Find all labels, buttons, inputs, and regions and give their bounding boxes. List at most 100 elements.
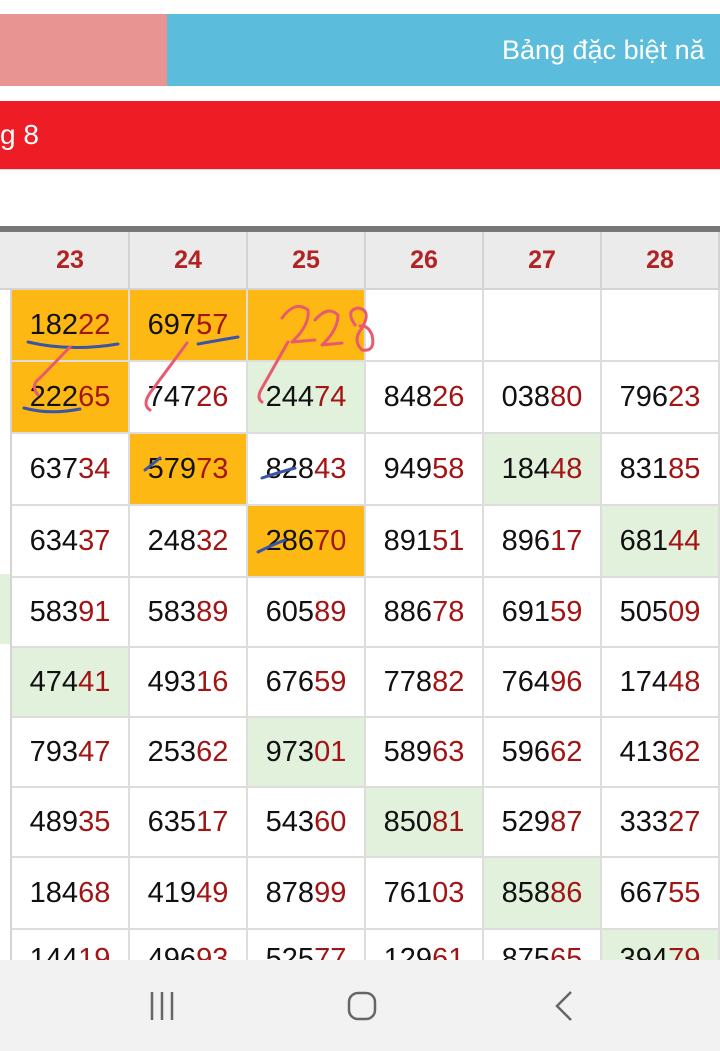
result-tail: 77	[314, 943, 347, 960]
result-cell[interactable]: 69159	[484, 578, 602, 648]
result-cell[interactable]: 77882	[366, 648, 484, 718]
result-head: 184	[29, 877, 79, 909]
recent-apps-icon[interactable]	[142, 986, 182, 1026]
result-cell[interactable]: 25362	[130, 718, 248, 788]
result-cell[interactable]: 69757	[130, 290, 248, 362]
result-cell[interactable]: 88678	[366, 578, 484, 648]
day-column: 27 03880 18448 89617 69159 76496 59662 52987 858…	[484, 232, 602, 960]
result-cell[interactable]: 85886	[484, 858, 602, 930]
table-left-edge	[0, 232, 12, 960]
result-tail: 48	[550, 453, 583, 485]
result-cell[interactable]: 22265	[12, 362, 130, 434]
result-cell[interactable]: 59662	[484, 718, 602, 788]
result-head: 764	[501, 666, 551, 698]
result-head: 973	[265, 736, 315, 768]
result-cell[interactable]: 94958	[366, 434, 484, 506]
result-cell[interactable]: 41949	[130, 858, 248, 930]
result-cell[interactable]: 18468	[12, 858, 130, 930]
result-cell[interactable]: 28670	[248, 506, 366, 578]
result-cell[interactable]: 50509	[602, 578, 720, 648]
back-icon[interactable]	[545, 986, 585, 1026]
result-cell[interactable]: 85081	[366, 788, 484, 858]
result-cell[interactable]: 24832	[130, 506, 248, 578]
result-head: 697	[147, 309, 197, 341]
result-cell[interactable]: 97301	[248, 718, 366, 788]
tab-special-table-label: Bảng đặc biệt nă	[502, 35, 705, 65]
result-cell[interactable]: 76103	[366, 858, 484, 930]
result-cell[interactable]: 74726	[130, 362, 248, 434]
result-tail: 62	[196, 736, 229, 768]
tab-special-table[interactable]: Bảng đặc biệt nă	[167, 14, 720, 86]
result-cell[interactable]	[366, 290, 484, 362]
result-head: 896	[501, 525, 551, 557]
result-head: 605	[265, 596, 315, 628]
result-cell[interactable]: 68144	[602, 506, 720, 578]
result-cell[interactable]: 57973	[130, 434, 248, 506]
result-cell[interactable]: 58963	[366, 718, 484, 788]
result-cell[interactable]: 83185	[602, 434, 720, 506]
result-tail: 49	[196, 877, 229, 909]
result-cell[interactable]: 33327	[602, 788, 720, 858]
result-cell[interactable]: 47441	[12, 648, 130, 718]
day-header[interactable]: 26	[366, 232, 484, 290]
result-tail: 59	[550, 596, 583, 628]
result-cell[interactable]: 41362	[602, 718, 720, 788]
result-cell[interactable]: 49693	[130, 930, 248, 960]
result-head: 831	[619, 453, 669, 485]
day-header[interactable]: 23	[12, 232, 130, 290]
result-cell[interactable]: 58391	[12, 578, 130, 648]
result-cell[interactable]: 63734	[12, 434, 130, 506]
result-cell[interactable]: 66755	[602, 858, 720, 930]
result-cell[interactable]: 52987	[484, 788, 602, 858]
day-header[interactable]: 25	[248, 232, 366, 290]
result-head: 858	[501, 877, 551, 909]
result-cell[interactable]: 48935	[12, 788, 130, 858]
result-cell[interactable]: 18222	[12, 290, 130, 362]
result-cell[interactable]	[484, 290, 602, 362]
result-tail: 86	[550, 877, 583, 909]
result-cell[interactable]: 12961	[366, 930, 484, 960]
result-cell[interactable]: 03880	[484, 362, 602, 434]
result-cell[interactable]: 63517	[130, 788, 248, 858]
result-cell[interactable]	[248, 290, 366, 362]
result-head: 184	[501, 453, 551, 485]
home-icon[interactable]	[342, 986, 382, 1026]
result-cell[interactable]: 58389	[130, 578, 248, 648]
day-header[interactable]: 27	[484, 232, 602, 290]
result-cell[interactable]: 67659	[248, 648, 366, 718]
result-tail: 80	[550, 381, 583, 413]
day-header[interactable]: 24	[130, 232, 248, 290]
result-cell[interactable]: 52577	[248, 930, 366, 960]
result-cell[interactable]: 63437	[12, 506, 130, 578]
result-cell[interactable]: 14419	[12, 930, 130, 960]
result-tail: 65	[78, 381, 111, 413]
result-cell[interactable]: 49316	[130, 648, 248, 718]
day-header[interactable]: 28	[602, 232, 720, 290]
result-head: 761	[383, 877, 433, 909]
result-head: 394	[619, 943, 669, 960]
result-cell[interactable]: 17448	[602, 648, 720, 718]
result-cell[interactable]: 84826	[366, 362, 484, 434]
result-head: 579	[147, 453, 197, 485]
result-cell[interactable]: 89151	[366, 506, 484, 578]
result-head: 248	[147, 525, 197, 557]
result-cell[interactable]: 54360	[248, 788, 366, 858]
divider	[0, 169, 720, 170]
result-cell[interactable]: 60589	[248, 578, 366, 648]
result-tail: 61	[432, 943, 465, 960]
result-cell[interactable]: 87565	[484, 930, 602, 960]
result-cell[interactable]: 82843	[248, 434, 366, 506]
result-cell[interactable]: 79623	[602, 362, 720, 434]
result-head: 875	[501, 943, 551, 960]
result-cell[interactable]: 89617	[484, 506, 602, 578]
result-head: 333	[619, 806, 669, 838]
result-cell[interactable]: 76496	[484, 648, 602, 718]
result-tail: 17	[550, 525, 583, 557]
result-cell[interactable]: 24474	[248, 362, 366, 434]
result-cell[interactable]	[602, 290, 720, 362]
tab-left[interactable]	[0, 14, 167, 86]
result-cell[interactable]: 87899	[248, 858, 366, 930]
result-cell[interactable]: 39479	[602, 930, 720, 960]
result-cell[interactable]: 79347	[12, 718, 130, 788]
result-cell[interactable]: 18448	[484, 434, 602, 506]
